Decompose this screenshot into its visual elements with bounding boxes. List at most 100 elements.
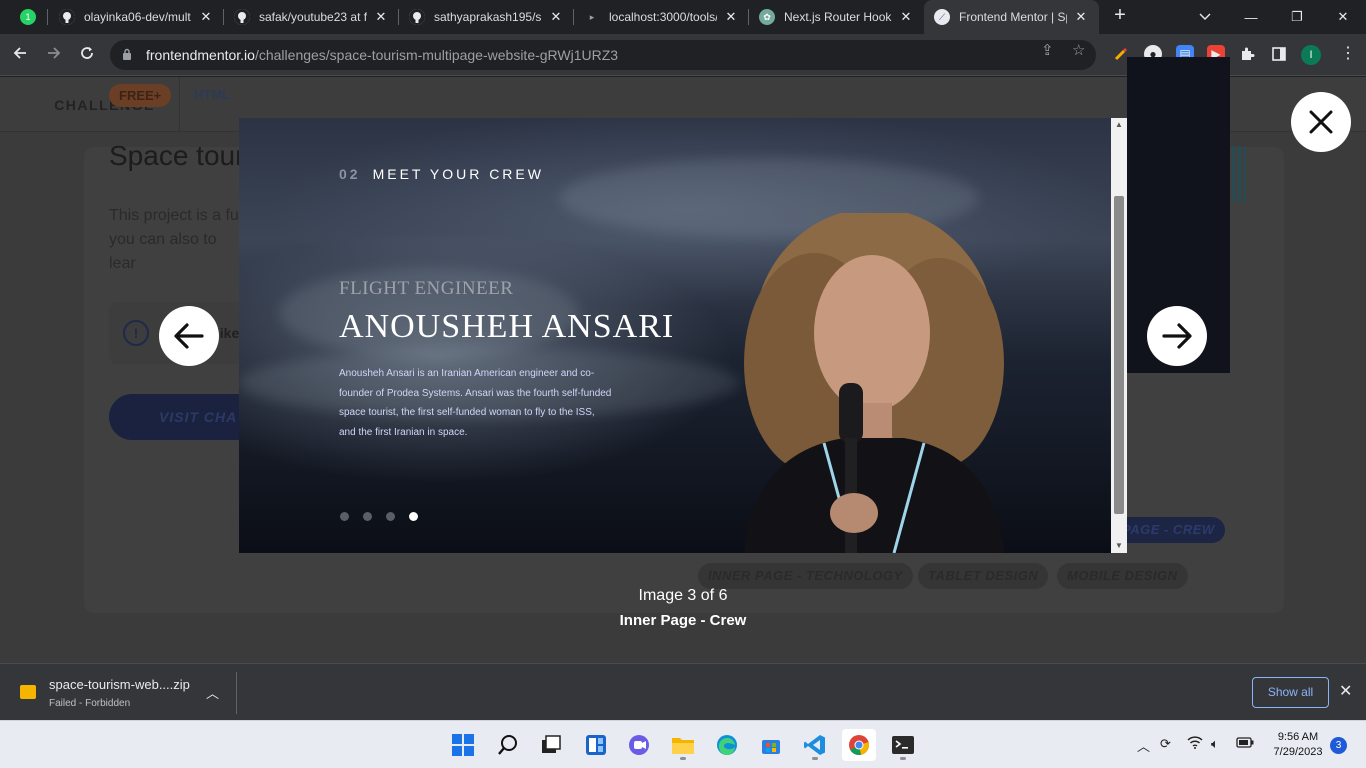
- close-icon[interactable]: ✕: [898, 9, 914, 25]
- zip-file-icon: [20, 685, 36, 699]
- tab-github-safak[interactable]: safak/youtube23 at f ✕: [224, 0, 399, 34]
- github-icon: [409, 9, 425, 25]
- show-all-downloads-button[interactable]: Show all: [1252, 677, 1329, 708]
- notification-count-badge[interactable]: 3: [1330, 737, 1347, 754]
- sync-alert-icon[interactable]: ⟳: [1160, 736, 1171, 752]
- tab-whatsapp[interactable]: 1: [10, 0, 48, 34]
- chevron-up-icon[interactable]: ︿: [206, 683, 219, 702]
- close-icon[interactable]: ✕: [373, 9, 389, 25]
- github-icon: [234, 9, 250, 25]
- tab-github-sathyaprakash[interactable]: sathyaprakash195/sh ✕: [399, 0, 574, 34]
- tag-tablet-design[interactable]: TABLET DESIGN: [918, 563, 1049, 589]
- address-bar[interactable]: frontendmentor.io/challenges/space-touri…: [110, 40, 1096, 70]
- arrow-left-icon: [174, 323, 204, 349]
- share-icon[interactable]: ⇪: [1041, 41, 1054, 59]
- scroll-down-icon[interactable]: ▼: [1111, 539, 1127, 553]
- clock-time: 9:56 AM: [1277, 731, 1319, 743]
- terminal-icon[interactable]: [886, 729, 920, 761]
- close-icon[interactable]: ✕: [1073, 9, 1089, 25]
- reload-icon: [81, 47, 93, 59]
- tab-title: Next.js Router Hook.: [784, 10, 892, 24]
- tab-title: safak/youtube23 at f: [259, 10, 367, 24]
- page-title: Space tour: [109, 140, 245, 171]
- close-icon: [1309, 110, 1333, 134]
- browser-tab-strip: 1 olayinka06-dev/mult ✕ safak/youtube23 …: [0, 0, 1366, 34]
- system-clock[interactable]: 9:56 AM 7/29/2023: [1262, 730, 1334, 760]
- tab-chatgpt[interactable]: ✿ Next.js Router Hook. ✕: [749, 0, 924, 34]
- download-status: Failed - Forbidden: [49, 698, 131, 709]
- windows-taskbar: ︿ ⟳ 🔈︎ 9:56 AM 7/29/2023 3: [0, 720, 1366, 768]
- chevron-up-icon[interactable]: ︿: [1137, 736, 1150, 755]
- arrow-right-icon: [1162, 323, 1192, 349]
- download-bar: space-tourism-web....zip Failed - Forbid…: [0, 663, 1366, 720]
- forward-button[interactable]: [42, 43, 66, 67]
- next-image-button[interactable]: [1147, 306, 1207, 366]
- slider-dot[interactable]: [340, 512, 349, 521]
- chrome-icon[interactable]: [842, 729, 876, 761]
- back-button[interactable]: [8, 43, 32, 67]
- wifi-icon[interactable]: [1187, 736, 1203, 752]
- slider-dot[interactable]: [386, 512, 395, 521]
- tab-title: olayinka06-dev/mult: [84, 10, 191, 24]
- frontend-mentor-icon: ⟋: [934, 9, 950, 25]
- store-icon[interactable]: [754, 729, 788, 761]
- clock-date: 7/29/2023: [1273, 746, 1323, 758]
- tab-search-button[interactable]: [1182, 0, 1228, 34]
- close-lightbox-button[interactable]: [1291, 92, 1351, 152]
- new-tab-button[interactable]: +: [1108, 4, 1132, 30]
- crew-portrait-image: [744, 213, 1004, 553]
- tab-github-olayinka[interactable]: olayinka06-dev/mult ✕: [49, 0, 224, 34]
- lock-icon[interactable]: [122, 48, 136, 63]
- chatgpt-icon: ✿: [759, 9, 775, 25]
- side-panel-icon[interactable]: [1270, 45, 1288, 63]
- lightbox-scrollbar[interactable]: ▲ ▼: [1111, 118, 1127, 553]
- extensions-puzzle-icon[interactable]: [1238, 45, 1256, 63]
- info-icon: !: [123, 320, 149, 346]
- menu-kebab-icon[interactable]: ⋮: [1340, 43, 1356, 63]
- tag-mobile-design[interactable]: MOBILE DESIGN: [1057, 563, 1188, 589]
- url-host: frontendmentor.io: [146, 47, 255, 63]
- teams-chat-icon[interactable]: [622, 729, 656, 761]
- task-view-icon[interactable]: [534, 729, 568, 761]
- tab-localhost[interactable]: ▸ localhost:3000/tools/ ✕: [574, 0, 749, 34]
- profile-avatar[interactable]: I: [1301, 45, 1321, 65]
- slider-dots: [340, 512, 418, 521]
- volume-icon[interactable]: 🔈︎: [1211, 736, 1219, 752]
- close-icon[interactable]: ✕: [548, 9, 564, 25]
- window-close-button[interactable]: ✕: [1320, 0, 1366, 34]
- slider-dot[interactable]: [363, 512, 372, 521]
- tab-frontend-mentor[interactable]: ⟋ Frontend Mentor | Sp ✕: [924, 0, 1099, 34]
- tag-inner-page-technology[interactable]: INNER PAGE - TECHNOLOGY: [698, 563, 913, 589]
- kicker-number: 02: [339, 166, 361, 182]
- close-download-bar-icon[interactable]: ✕: [1339, 681, 1352, 701]
- tab-title: localhost:3000/tools/: [609, 10, 717, 24]
- battery-icon[interactable]: [1236, 736, 1254, 751]
- scroll-up-icon[interactable]: ▲: [1111, 118, 1127, 132]
- scroll-thumb[interactable]: [1114, 196, 1124, 514]
- restore-button[interactable]: ❐: [1274, 0, 1320, 34]
- slider-dot[interactable]: [409, 512, 418, 521]
- close-icon[interactable]: ✕: [723, 9, 739, 25]
- arrow-right-icon: [48, 47, 61, 59]
- vscode-icon[interactable]: [798, 729, 832, 761]
- previous-image-button[interactable]: [159, 306, 219, 366]
- download-filename[interactable]: space-tourism-web....zip: [49, 677, 190, 692]
- widgets-icon[interactable]: [579, 729, 613, 761]
- reload-button[interactable]: [75, 43, 99, 67]
- file-explorer-icon[interactable]: [666, 729, 700, 761]
- minimize-button[interactable]: —: [1228, 0, 1274, 34]
- search-icon[interactable]: [491, 729, 525, 761]
- windows-start-icon[interactable]: [446, 729, 480, 761]
- github-icon: [59, 9, 75, 25]
- tab-separator: [47, 9, 48, 25]
- tab-title: Frontend Mentor | Sp: [959, 10, 1067, 24]
- bookmark-star-icon[interactable]: ☆: [1072, 41, 1085, 59]
- decorative-dots: [1232, 146, 1246, 202]
- edge-icon[interactable]: [710, 729, 744, 761]
- free-plus-badge: FREE+: [109, 84, 172, 107]
- close-icon[interactable]: ✕: [198, 9, 214, 25]
- lightbox-image: 02 MEET YOUR CREW FLIGHT ENGINEER ANOUSHE…: [239, 118, 1127, 553]
- tab-title: sathyaprakash195/sh: [434, 10, 542, 24]
- tag-page-crew[interactable]: PAGE - CREW: [1112, 517, 1225, 543]
- divider: [236, 672, 237, 714]
